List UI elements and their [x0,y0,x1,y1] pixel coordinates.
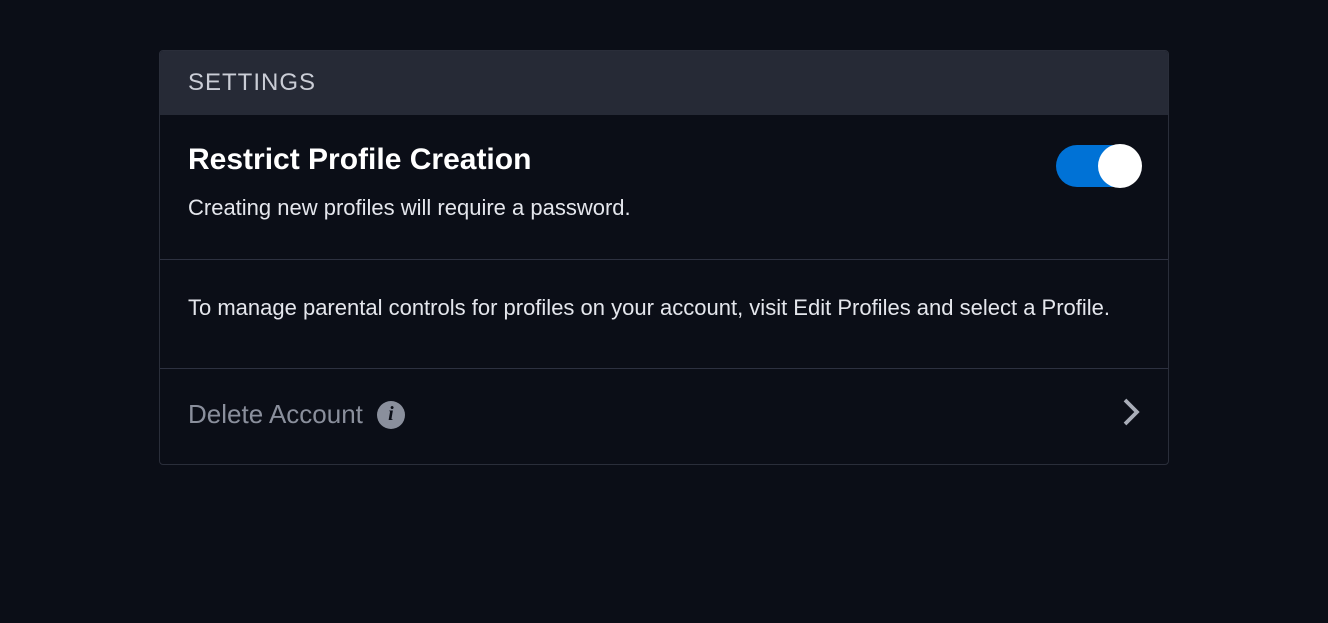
restrict-profile-toggle[interactable] [1056,145,1140,187]
settings-panel: SETTINGS Restrict Profile Creation Creat… [159,50,1169,465]
panel-header: SETTINGS [160,51,1168,115]
parental-info-text: To manage parental controls for profiles… [188,290,1140,326]
delete-account-label: Delete Account [188,399,363,430]
chevron-right-icon [1122,397,1140,432]
parental-info-row: To manage parental controls for profiles… [160,260,1168,369]
info-icon[interactable]: i [377,401,405,429]
toggle-knob [1098,144,1142,188]
restrict-profile-title: Restrict Profile Creation [188,143,1056,177]
restrict-profile-description: Creating new profiles will require a pas… [188,195,1056,221]
restrict-profile-content: Restrict Profile Creation Creating new p… [188,143,1056,221]
delete-account-row[interactable]: Delete Account i [160,369,1168,464]
delete-account-left: Delete Account i [188,399,405,430]
restrict-profile-row: Restrict Profile Creation Creating new p… [160,115,1168,260]
panel-header-title: SETTINGS [188,69,1140,97]
